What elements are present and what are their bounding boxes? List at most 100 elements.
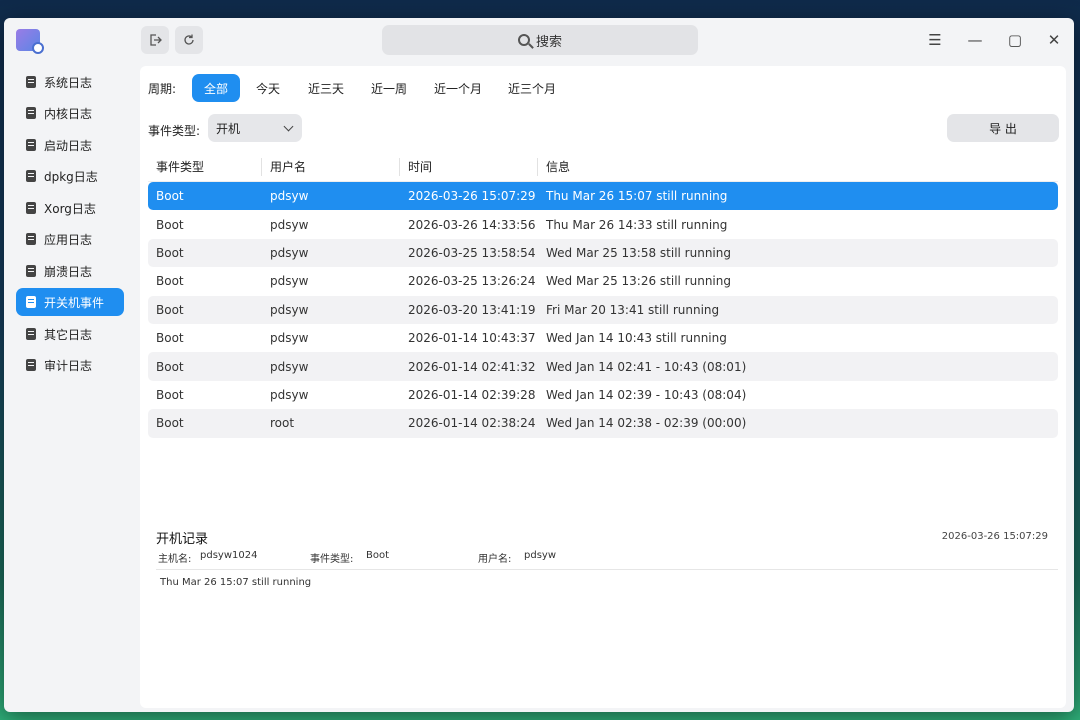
period-week-button[interactable]: 近一周 — [359, 74, 419, 102]
export-log-icon[interactable] — [141, 26, 169, 54]
cell-info: Wed Jan 14 02:39 - 10:43 (08:04) — [546, 387, 747, 402]
cell-user: pdsyw — [270, 274, 309, 289]
cell-type: Boot — [156, 331, 184, 346]
event-type-select[interactable]: 开机 — [208, 114, 302, 142]
detail-user: pdsyw — [524, 550, 557, 561]
document-icon — [26, 107, 36, 119]
table-row[interactable]: Boot pdsyw 2026-01-14 02:39:28 Wed Jan 14 0… — [148, 381, 1058, 409]
column-header-time[interactable]: 时间 — [400, 157, 538, 176]
cell-info: Wed Mar 25 13:26 still running — [546, 274, 731, 289]
period-month-button[interactable]: 近一个月 — [422, 74, 494, 102]
column-header-type[interactable]: 事件类型 — [148, 157, 262, 176]
cell-type: Boot — [156, 387, 184, 402]
detail-hostname-label: 主机名: — [158, 554, 192, 565]
detail-time: 2026-03-26 15:07:29 — [941, 531, 1048, 542]
sidebar-item-kernel-log[interactable]: 内核日志 — [16, 99, 124, 127]
sidebar-item-system-log[interactable]: 系统日志 — [16, 68, 124, 96]
cell-type: Boot — [156, 416, 184, 431]
table-row[interactable]: Boot pdsyw 2026-03-20 13:41:19 Fri Mar 20 1… — [148, 295, 1058, 324]
cell-user: pdsyw — [270, 302, 309, 317]
table-header: 事件类型 用户名 时间 信息 — [148, 152, 1058, 182]
document-icon — [26, 328, 36, 340]
chevron-down-icon — [283, 121, 294, 132]
search-bar[interactable]: 搜索 — [382, 25, 698, 55]
log-viewer-window: 搜索 ☰ — ▢ ✕ 系统日志 内核日志 启动日志 dpkg日志 Xorg日志 … — [4, 18, 1074, 712]
cell-user: pdsyw — [270, 331, 309, 346]
sidebar-item-xorg-log[interactable]: Xorg日志 — [16, 194, 124, 222]
sidebar-item-dpkg-log[interactable]: dpkg日志 — [16, 162, 124, 190]
period-3days-button[interactable]: 近三天 — [296, 74, 356, 102]
cell-time: 2026-01-14 02:38:24 — [408, 416, 536, 431]
cell-info: Thu Mar 26 14:33 still running — [546, 217, 728, 232]
table-row[interactable]: Boot pdsyw 2026-03-25 13:26:24 Wed Mar 25 1… — [148, 267, 1058, 295]
cell-time: 2026-01-14 02:41:32 — [408, 359, 536, 374]
maximize-icon[interactable]: ▢ — [1003, 28, 1027, 52]
sidebar-item-crash-log[interactable]: 崩溃日志 — [16, 257, 124, 285]
detail-title: 开机记录 — [156, 532, 209, 547]
sidebar-item-boot-log[interactable]: 启动日志 — [16, 131, 124, 159]
cell-time: 2026-03-26 15:07:29 — [408, 189, 536, 204]
cell-info: Fri Mar 20 13:41 still running — [546, 302, 720, 317]
cell-info: Wed Jan 14 02:41 - 10:43 (08:01) — [546, 359, 747, 374]
column-header-info[interactable]: 信息 — [538, 158, 1058, 176]
export-button[interactable]: 导 出 — [947, 114, 1059, 142]
close-icon[interactable]: ✕ — [1042, 28, 1066, 52]
table-row[interactable]: Boot pdsyw 2026-01-14 10:43:37 Wed Jan 14 1… — [148, 324, 1058, 352]
document-icon — [26, 296, 36, 308]
table-row[interactable]: Boot pdsyw 2026-03-26 14:33:56 Thu Mar 26 1… — [148, 210, 1058, 238]
cell-type: Boot — [156, 217, 184, 232]
sidebar-item-app-log[interactable]: 应用日志 — [16, 225, 124, 253]
event-type-label: 事件类型: — [148, 124, 201, 138]
sidebar-item-label: 内核日志 — [44, 106, 93, 121]
sidebar-item-label: 审计日志 — [44, 358, 93, 373]
table-row[interactable]: Boot pdsyw 2026-03-25 13:58:54 Wed Mar 25 1… — [148, 238, 1058, 268]
sidebar-item-label: 开关机事件 — [44, 295, 105, 310]
table-row[interactable]: Boot root 2026-01-14 02:38:24 Wed Jan 14 02… — [148, 409, 1058, 438]
cell-time: 2026-03-25 13:26:24 — [408, 274, 536, 289]
refresh-icon[interactable] — [175, 26, 203, 54]
detail-event-type: Boot — [366, 550, 390, 561]
cell-user: pdsyw — [270, 245, 309, 260]
sidebar-item-other-log[interactable]: 其它日志 — [16, 320, 124, 348]
detail-hostname: pdsyw1024 — [200, 550, 258, 561]
document-icon — [26, 170, 36, 182]
menu-icon[interactable]: ☰ — [923, 28, 947, 52]
document-icon — [26, 359, 36, 371]
period-3months-button[interactable]: 近三个月 — [496, 74, 568, 102]
sidebar-item-label: 系统日志 — [44, 75, 93, 90]
sidebar-item-label: 应用日志 — [44, 232, 93, 247]
event-type-value: 开机 — [216, 121, 241, 136]
cell-time: 2026-01-14 10:43:37 — [408, 331, 536, 346]
detail-event-type-label: 事件类型: — [310, 554, 354, 565]
cell-info: Wed Mar 25 13:58 still running — [546, 245, 731, 260]
period-today-button[interactable]: 今天 — [244, 74, 292, 102]
document-icon — [26, 265, 36, 277]
cell-time: 2026-03-20 13:41:19 — [408, 302, 536, 317]
table-row[interactable]: Boot pdsyw 2026-03-26 15:07:29 Thu Mar 26 1… — [148, 182, 1058, 211]
column-header-user[interactable]: 用户名 — [262, 157, 400, 176]
cell-info: Wed Jan 14 10:43 still running — [546, 331, 727, 346]
cell-time: 2026-03-26 14:33:56 — [408, 217, 536, 232]
document-icon — [26, 233, 36, 245]
minimize-icon[interactable]: — — [963, 28, 987, 52]
sidebar-item-label: 启动日志 — [44, 138, 93, 153]
cell-user: pdsyw — [270, 387, 309, 402]
events-table: 事件类型 用户名 时间 信息 Boot pdsyw 2026-03-26 15:07… — [148, 152, 1058, 438]
cell-user: pdsyw — [270, 359, 309, 374]
sidebar-item-label: 崩溃日志 — [44, 264, 93, 279]
cell-type: Boot — [156, 359, 184, 374]
sidebar-item-audit-log[interactable]: 审计日志 — [16, 351, 124, 379]
cell-time: 2026-01-14 02:39:28 — [408, 387, 536, 402]
cell-user: pdsyw — [270, 217, 309, 232]
search-label: 搜索 — [535, 34, 562, 50]
period-all-button[interactable]: 全部 — [192, 74, 241, 102]
sidebar-item-label: 其它日志 — [44, 327, 93, 342]
sidebar-item-power-events[interactable]: 开关机事件 — [16, 288, 124, 316]
sidebar: 系统日志 内核日志 启动日志 dpkg日志 Xorg日志 应用日志 崩溃日志 开… — [4, 66, 136, 712]
detail-user-label: 用户名: — [478, 554, 512, 565]
cell-type: Boot — [156, 245, 184, 260]
table-row[interactable]: Boot pdsyw 2026-01-14 02:41:32 Wed Jan 14 0… — [148, 352, 1058, 381]
document-icon — [26, 76, 36, 88]
search-icon — [517, 34, 530, 46]
cell-type: Boot — [156, 302, 184, 317]
